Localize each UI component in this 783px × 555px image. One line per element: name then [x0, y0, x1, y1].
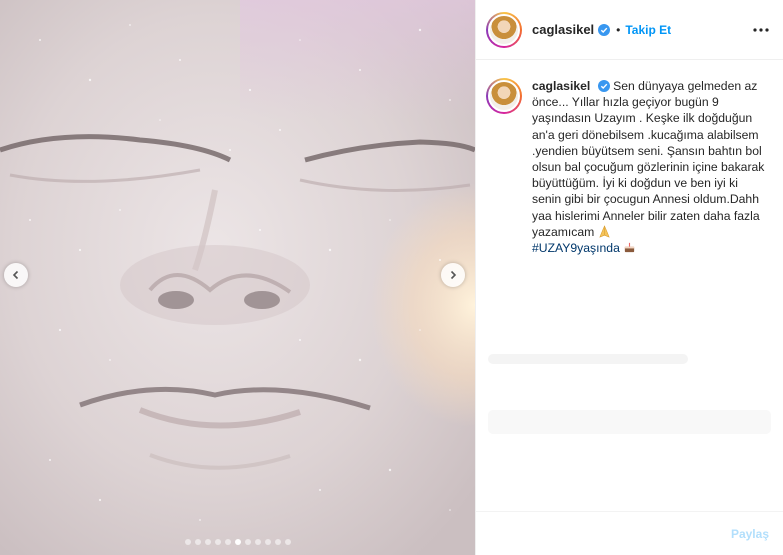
- header-username[interactable]: caglasikel: [532, 22, 594, 37]
- instagram-post: caglasikel • Takip Et caglasikel Sen dün…: [0, 0, 783, 555]
- carousel-dot: [254, 539, 261, 545]
- carousel-dot: [214, 539, 221, 545]
- cake-emoji: [625, 242, 635, 253]
- carousel-dot: [204, 539, 211, 545]
- carousel-dot: [234, 539, 241, 545]
- caption-row: caglasikel Sen dünyaya gelmeden az önce.…: [476, 60, 783, 256]
- avatar[interactable]: [486, 11, 522, 48]
- carousel-dot: [244, 539, 251, 545]
- post-sidebar: caglasikel • Takip Et caglasikel Sen dün…: [475, 0, 783, 555]
- baby-face-photo: [0, 0, 475, 555]
- faded-comments-area: [488, 354, 771, 364]
- carousel-next-button[interactable]: [441, 263, 465, 287]
- caption-avatar[interactable]: [486, 78, 522, 114]
- post-media[interactable]: [0, 0, 475, 555]
- caption: caglasikel Sen dünyaya gelmeden az önce.…: [532, 78, 770, 256]
- more-options-icon: [753, 27, 769, 32]
- carousel-dot: [264, 539, 271, 545]
- carousel-dot: [184, 539, 191, 545]
- follow-button[interactable]: Takip Et: [625, 23, 671, 37]
- more-options-button[interactable]: [751, 20, 771, 40]
- post-header: caglasikel • Takip Et: [476, 0, 783, 60]
- post-comment-button[interactable]: Paylaş: [731, 527, 769, 541]
- chevron-left-icon: [12, 270, 19, 280]
- carousel-dot: [224, 539, 231, 545]
- carousel-dot: [284, 539, 291, 545]
- caption-username[interactable]: caglasikel: [532, 79, 590, 93]
- header-separator: •: [616, 22, 621, 37]
- carousel-dot: [194, 539, 201, 545]
- carousel-prev-button[interactable]: [4, 263, 28, 287]
- caption-text: Sen dünyaya gelmeden az önce... Yıllar h…: [532, 79, 765, 239]
- carousel-dots: [0, 539, 475, 545]
- faded-actions-area: [488, 410, 771, 434]
- comment-bar: Paylaş: [476, 511, 783, 555]
- chevron-right-icon: [450, 270, 457, 280]
- carousel-dot: [274, 539, 281, 545]
- verified-badge-icon: [598, 23, 611, 36]
- verified-badge-icon: [597, 80, 610, 92]
- praying-hands-emoji: [599, 225, 610, 238]
- hashtag-link[interactable]: #UZAY9yaşında: [532, 241, 620, 255]
